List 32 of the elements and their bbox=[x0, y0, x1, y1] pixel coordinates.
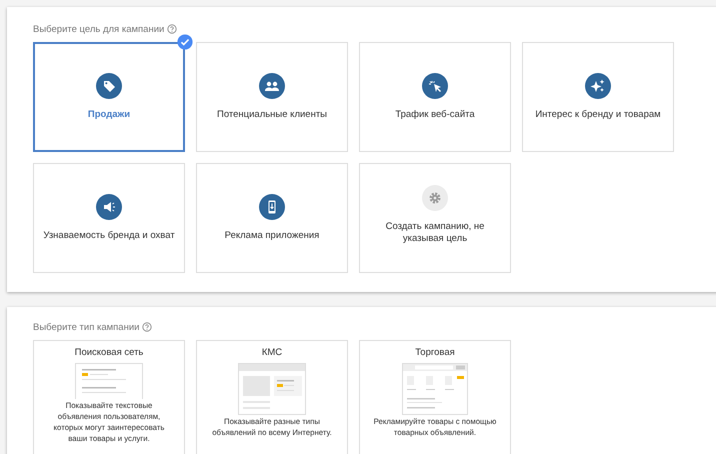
goal-label: Создать кампанию, не указывая цель bbox=[384, 220, 486, 246]
goal-label: Интерес к бренду и товарам bbox=[535, 108, 661, 122]
display-ads-drawing bbox=[238, 363, 306, 415]
search-results-drawing bbox=[75, 363, 143, 399]
type-title: КМС bbox=[262, 347, 282, 358]
goal-label: Потенциальные клиенты bbox=[216, 108, 328, 122]
phone-icon bbox=[259, 194, 285, 220]
sparkle-icon bbox=[585, 72, 611, 99]
goal-label: Продажи bbox=[88, 108, 130, 122]
tag-icon bbox=[96, 72, 122, 99]
goal-card[interactable]: Интерес к бренду и товарам bbox=[522, 42, 674, 152]
gear-icon bbox=[422, 184, 448, 211]
goal-card[interactable]: Узнаваемость бренда и охват bbox=[33, 163, 185, 273]
goal-label: Трафик веб-сайта bbox=[395, 108, 475, 122]
goal-card[interactable]: Реклама приложения bbox=[196, 163, 348, 273]
section-heading: Выберите цель для кампании bbox=[33, 24, 164, 34]
goal-label: Реклама приложения bbox=[224, 230, 320, 242]
check-icon bbox=[177, 34, 193, 50]
people-icon bbox=[259, 72, 285, 99]
goal-card[interactable]: Потенциальные клиенты bbox=[196, 42, 348, 152]
megaphone-icon bbox=[96, 194, 122, 220]
goal-label: Узнаваемость бренда и охват bbox=[43, 230, 175, 242]
goal-card[interactable]: Создать кампанию, не указывая цель bbox=[359, 163, 511, 273]
type-title: Поисковая сеть bbox=[74, 347, 144, 358]
section-heading: Выберите тип кампании bbox=[33, 322, 140, 332]
help-icon[interactable] bbox=[167, 24, 178, 34]
goal-card[interactable]: Продажи bbox=[33, 42, 185, 152]
shopping-page-drawing bbox=[402, 363, 468, 415]
cursor-click-icon bbox=[422, 72, 448, 99]
goal-card[interactable]: Трафик веб-сайта bbox=[359, 42, 511, 152]
type-title: Торговая bbox=[415, 347, 455, 358]
help-icon[interactable] bbox=[142, 322, 152, 332]
